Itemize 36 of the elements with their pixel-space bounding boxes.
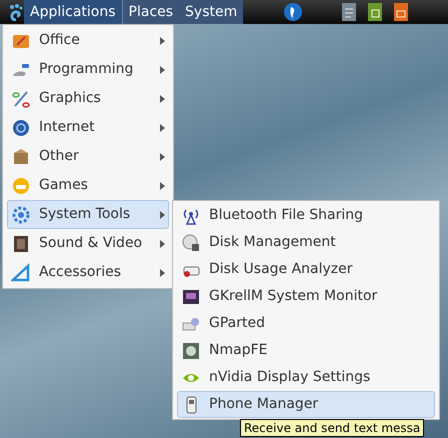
menu-item[interactable]: Programming — [7, 55, 169, 84]
arrow-icon — [160, 36, 165, 44]
box-icon — [11, 146, 31, 166]
arrow-icon — [160, 66, 165, 74]
menu-item[interactable]: Graphics — [7, 84, 169, 113]
arrow-icon — [160, 210, 165, 218]
menu-item[interactable]: Disk Usage Analyzer — [177, 256, 435, 283]
menu-item[interactable]: NmapFE — [177, 337, 435, 364]
arrow-icon — [160, 152, 165, 160]
gear-icon — [11, 204, 31, 224]
arrow-icon — [160, 182, 165, 190]
tooltip: Receive and send text messa — [240, 419, 424, 437]
arrow-icon — [160, 268, 165, 276]
arrow-icon — [160, 94, 165, 102]
menu-item[interactable]: Bluetooth File Sharing — [177, 202, 435, 229]
foot-icon — [8, 3, 24, 21]
menu-item[interactable]: Sound & Video — [7, 229, 169, 258]
menu-item[interactable]: Other — [7, 142, 169, 171]
menu-item[interactable]: GParted — [177, 310, 435, 337]
panel-menu[interactable]: Places — [122, 0, 180, 24]
panel-menu[interactable]: Applications — [24, 0, 123, 24]
triangle-ruler-icon — [11, 262, 31, 282]
disc-icon — [181, 232, 201, 252]
menu-item[interactable]: nVidia Display Settings — [177, 364, 435, 391]
menu-item[interactable]: Office — [7, 26, 169, 55]
menu-item[interactable]: Disk Management — [177, 229, 435, 256]
menu-item[interactable]: Accessories — [7, 258, 169, 287]
arrow-icon — [160, 240, 165, 248]
menu-item[interactable]: Games — [7, 171, 169, 200]
arrow-icon — [160, 124, 165, 132]
menu-item[interactable]: Internet — [7, 113, 169, 142]
brush-icon — [11, 88, 31, 108]
panel-menu[interactable]: System — [179, 0, 244, 24]
menu-item[interactable]: Phone Manager — [177, 391, 435, 418]
menu-item[interactable]: System Tools — [7, 200, 169, 229]
menu-item[interactable]: GKrellM System Monitor — [177, 283, 435, 310]
